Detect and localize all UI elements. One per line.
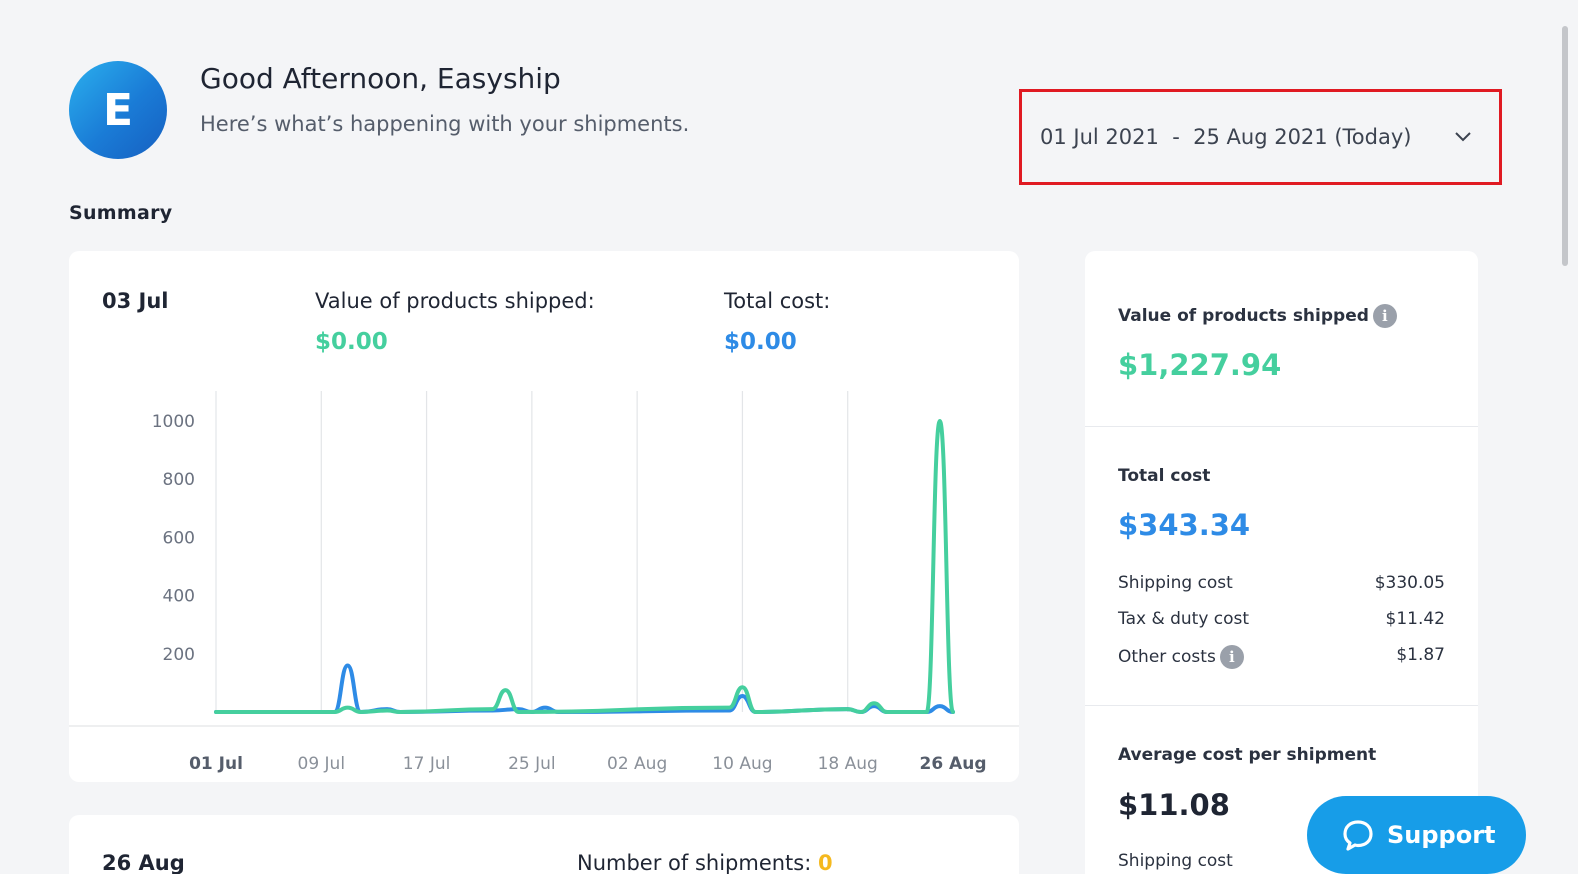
summary-side-card: Value of products shipped i $1,227.94 Tot… — [1085, 251, 1478, 874]
avatar-letter: E — [102, 84, 134, 136]
y-tick-label: 800 — [163, 470, 195, 490]
series-line-0 — [214, 663, 955, 714]
avatar: E — [69, 61, 167, 159]
tax-duty-value: $11.42 — [1385, 609, 1445, 629]
avg-cost-amount: $11.08 — [1118, 788, 1230, 822]
side-value-label-text: Value of products shipped — [1118, 306, 1369, 326]
summary-heading: Summary — [69, 202, 173, 224]
shipments-count-label: Number of shipments: 0 — [577, 851, 833, 874]
date-range-selector[interactable]: 01 Jul 2021 - 25 Aug 2021 (Today) — [1019, 89, 1502, 185]
x-tick-label: 18 Aug — [818, 754, 878, 774]
info-icon[interactable]: i — [1219, 645, 1244, 669]
y-tick-label: 1000 — [152, 412, 195, 432]
side-value-amount: $1,227.94 — [1118, 348, 1282, 382]
x-tick-label: 25 Jul — [508, 754, 556, 774]
greeting: Good Afternoon, Easyship — [200, 62, 561, 95]
day-detail-date: 26 Aug — [102, 851, 185, 874]
scrollbar-thumb[interactable] — [1562, 26, 1568, 266]
y-tick-label: 600 — [163, 528, 195, 548]
other-costs-label: Other costs i — [1118, 645, 1244, 669]
other-costs-value: $1.87 — [1396, 645, 1445, 665]
other-costs-text: Other costs — [1118, 647, 1216, 667]
info-icon[interactable]: i — [1372, 304, 1397, 328]
x-tick-label: 17 Jul — [403, 754, 451, 774]
side-value-label: Value of products shipped i — [1118, 304, 1397, 328]
date-range-label: 01 Jul 2021 - 25 Aug 2021 (Today) — [1040, 125, 1412, 149]
tax-duty-label: Tax & duty cost — [1118, 609, 1250, 629]
avg-cost-label: Average cost per shipment — [1118, 745, 1377, 765]
y-tick-label: 400 — [163, 587, 195, 607]
side-total-cost-amount: $343.34 — [1118, 508, 1251, 542]
shipments-count-value: 0 — [818, 851, 833, 874]
shipments-count-text: Number of shipments: — [577, 851, 812, 874]
series-line-1 — [214, 419, 955, 714]
shipments-line-chart[interactable]: 1000 800 600 400 200 01 Jul 09 Jul 17 Jul 25 Jul… — [69, 251, 1019, 782]
x-tick-label: 10 Aug — [712, 754, 772, 774]
side-total-cost-label: Total cost — [1118, 466, 1211, 486]
support-button[interactable]: Support — [1307, 796, 1526, 874]
day-detail-card: 26 Aug Number of shipments: 0 — [69, 815, 1019, 874]
y-tick-label: 200 — [163, 645, 195, 665]
avg-shipping-cost-label: Shipping cost — [1118, 851, 1233, 871]
support-label: Support — [1387, 821, 1496, 849]
chat-bubble-icon — [1343, 820, 1373, 851]
x-tick-label: 09 Jul — [298, 754, 346, 774]
chevron-down-icon — [1455, 132, 1471, 142]
greeting-subtitle: Here’s what’s happening with your shipme… — [200, 112, 690, 136]
shipping-cost-label: Shipping cost — [1118, 573, 1233, 593]
shipping-cost-value: $330.05 — [1374, 573, 1445, 593]
chart-card: 03 Jul Value of products shipped: $0.00 … — [69, 251, 1019, 782]
divider — [1085, 705, 1478, 706]
x-tick-label: 02 Aug — [607, 754, 667, 774]
x-tick-label: 01 Jul — [189, 754, 243, 774]
divider — [1085, 426, 1478, 427]
x-tick-label: 26 Aug — [919, 754, 986, 774]
